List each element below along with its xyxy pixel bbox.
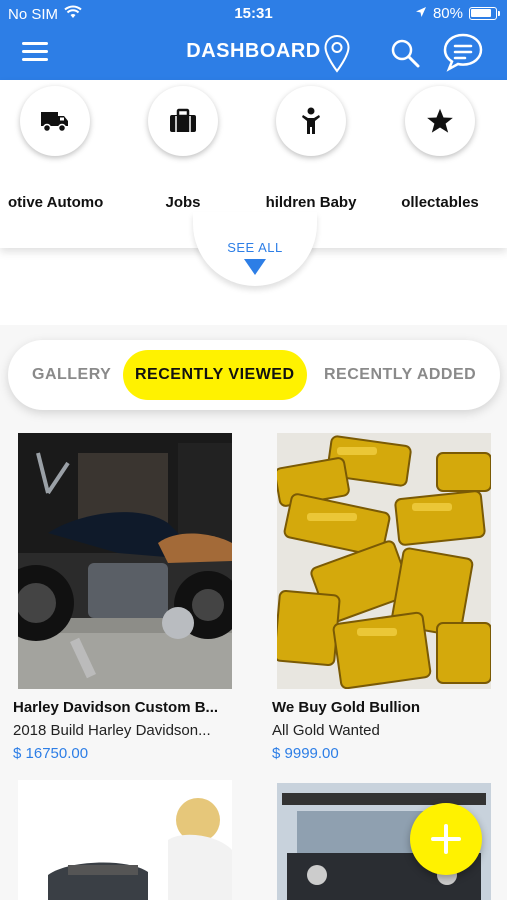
listing-title: We Buy Gold Bullion: [272, 699, 421, 716]
location-button[interactable]: [323, 34, 351, 79]
listing-image-toy-car: [18, 780, 232, 900]
top-bar: No SIM 15:31 80% DASHBOARD: [0, 0, 507, 80]
listing-tabs: GALLERY RECENTLY VIEWED RECENTLY ADDED: [8, 340, 500, 410]
chat-icon: [443, 33, 483, 72]
child-icon: [276, 86, 346, 156]
status-bar: No SIM 15:31 80%: [0, 0, 507, 28]
category-label: otive Automo: [8, 194, 104, 211]
category-item-children-baby[interactable]: hildren Baby: [246, 86, 376, 211]
category-label: hildren Baby: [265, 194, 357, 211]
search-button[interactable]: [390, 38, 420, 73]
location-pin-icon: [324, 34, 350, 73]
listing-card[interactable]: [13, 780, 253, 900]
listing-price: $ 9999.00: [272, 745, 339, 762]
app-screen: No SIM 15:31 80% DASHBOARD otive Automo …: [0, 0, 507, 900]
see-all-label: SEE ALL: [227, 240, 283, 255]
see-all-button[interactable]: SEE ALL: [193, 212, 317, 286]
star-icon: [405, 86, 475, 156]
add-listing-button[interactable]: [410, 803, 482, 875]
page-title: DASHBOARD: [186, 40, 321, 62]
app-header: DASHBOARD: [0, 28, 507, 80]
listing-title: Harley Davidson Custom B...: [13, 699, 219, 716]
category-item-automotive[interactable]: otive Automo: [0, 86, 120, 211]
category-item-collectables[interactable]: ollectables: [375, 86, 505, 211]
search-icon: [391, 39, 420, 68]
battery-percent: 80%: [432, 5, 463, 22]
listing-image-gold-bullion: [277, 433, 491, 689]
category-item-jobs[interactable]: Jobs: [118, 86, 248, 211]
location-arrow-icon: [415, 5, 427, 22]
tab-gallery[interactable]: GALLERY: [32, 350, 111, 400]
listing-description: 2018 Build Harley Davidson...: [13, 722, 211, 739]
listing-card[interactable]: Harley Davidson Custom B... 2018 Build H…: [13, 433, 253, 762]
menu-icon: [22, 42, 48, 45]
truck-icon: [20, 86, 90, 156]
briefcase-icon: [148, 86, 218, 156]
listing-card[interactable]: We Buy Gold Bullion All Gold Wanted $ 99…: [272, 433, 507, 762]
category-label: Jobs: [165, 194, 201, 211]
battery-icon: [469, 7, 500, 20]
listing-description: All Gold Wanted: [272, 722, 380, 739]
menu-button[interactable]: [22, 42, 52, 66]
plus-icon: [431, 824, 461, 854]
category-label: ollectables: [401, 194, 479, 211]
status-right: 80%: [415, 5, 500, 22]
chevron-down-icon: [244, 259, 266, 275]
tab-recently-added[interactable]: RECENTLY ADDED: [324, 350, 476, 400]
chat-button[interactable]: [442, 32, 484, 77]
tab-recently-viewed[interactable]: RECENTLY VIEWED: [123, 350, 307, 400]
listing-image-motorcycle: [18, 433, 232, 689]
listing-price: $ 16750.00: [13, 745, 89, 762]
